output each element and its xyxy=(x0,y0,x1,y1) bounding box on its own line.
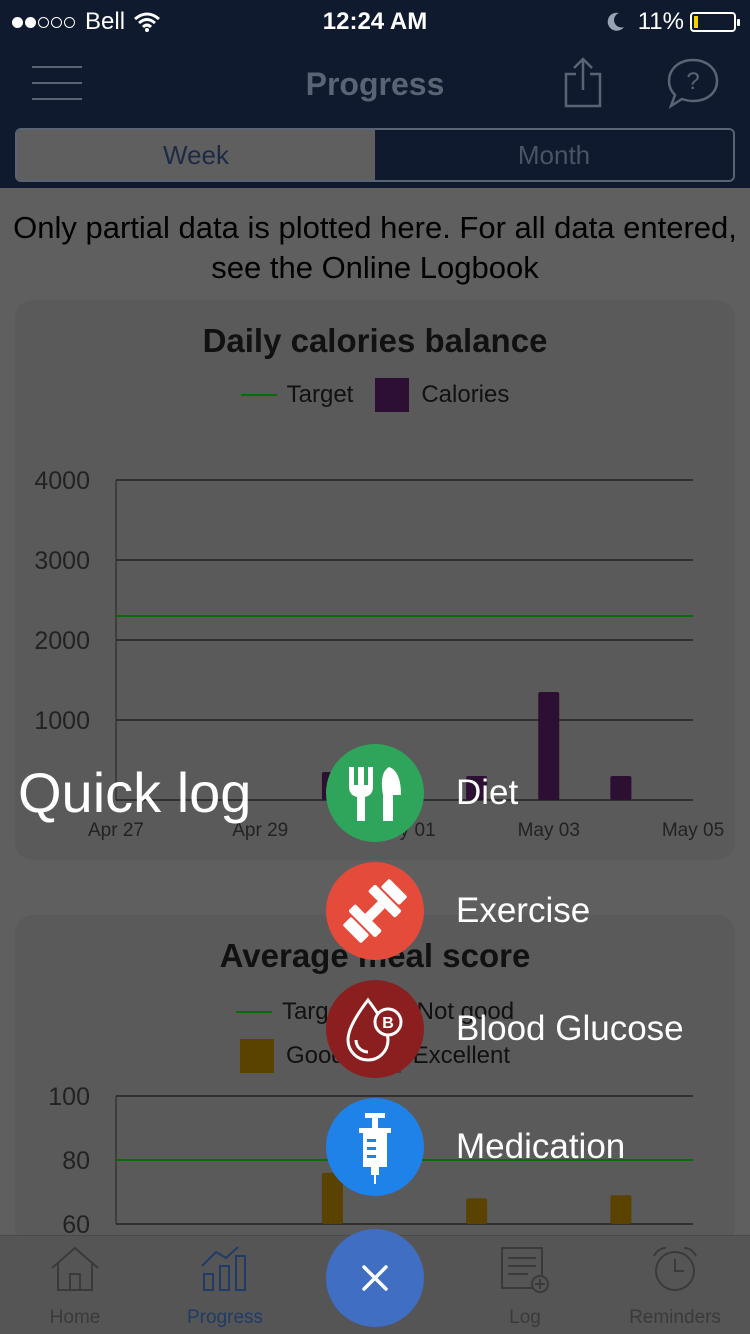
nav-bar: Progress ? Week Month xyxy=(0,40,750,188)
tab-progress[interactable]: Progress xyxy=(150,1244,300,1329)
x-tick-label: May 05 xyxy=(662,820,724,841)
period-segmented-control: Week Month xyxy=(15,128,735,182)
page-title: Progress xyxy=(305,66,445,102)
log-icon xyxy=(501,1247,549,1293)
y-tick-label: 1000 xyxy=(34,707,90,735)
y-tick-label: 4000 xyxy=(34,467,90,495)
dumbbell-icon[interactable] xyxy=(326,862,424,960)
partial-data-notice: Only partial data is plotted here. For a… xyxy=(13,210,737,285)
tab-progress-label: Progress xyxy=(186,1307,264,1328)
tab-home[interactable]: Home xyxy=(0,1244,150,1329)
svg-text:?: ? xyxy=(686,68,699,95)
y-tick-label: 100 xyxy=(48,1083,90,1111)
tab-log-label: Log xyxy=(509,1307,541,1328)
quick-log-diet[interactable]: Diet xyxy=(326,744,518,842)
quick-log-close-button[interactable] xyxy=(326,1229,424,1327)
blood-glucose-label: Blood Glucose xyxy=(456,1009,684,1048)
home-icon xyxy=(51,1246,99,1291)
battery-icon xyxy=(690,12,740,32)
svg-text:B: B xyxy=(382,1015,394,1032)
quick-log-title: Quick log xyxy=(18,761,252,824)
close-icon xyxy=(362,1265,388,1291)
medication-label: Medication xyxy=(456,1127,626,1166)
quick-log-exercise[interactable]: Exercise xyxy=(326,862,590,960)
quick-log-blood-glucose[interactable]: B Blood Glucose xyxy=(326,980,684,1078)
bar-chart-icon xyxy=(201,1246,246,1291)
bar xyxy=(610,776,632,800)
y-tick-label: 3000 xyxy=(34,547,90,575)
bar xyxy=(466,1198,488,1224)
exercise-label: Exercise xyxy=(456,891,591,930)
bar xyxy=(610,1195,632,1224)
alarm-clock-icon xyxy=(653,1247,697,1291)
fork-knife-icon[interactable] xyxy=(326,744,424,842)
quick-log-medication[interactable]: Medication xyxy=(326,1098,625,1196)
tab-log[interactable]: Log xyxy=(450,1244,600,1329)
help-icon[interactable]: ? xyxy=(666,56,720,110)
status-bar: Bell 12:24 AM 11% xyxy=(0,0,750,40)
syringe-icon[interactable] xyxy=(326,1098,424,1196)
tab-week[interactable]: Week xyxy=(17,130,375,180)
moon-icon xyxy=(607,12,624,31)
blood-drop-icon[interactable]: B xyxy=(326,980,424,1078)
status-right: 11% xyxy=(606,8,740,36)
y-tick-label: 80 xyxy=(62,1147,90,1175)
y-tick-label: 2000 xyxy=(34,627,90,655)
tab-reminders[interactable]: Reminders xyxy=(600,1244,750,1329)
tab-month[interactable]: Month xyxy=(375,130,733,180)
diet-label: Diet xyxy=(456,773,519,812)
tab-reminders-label: Reminders xyxy=(629,1307,721,1328)
battery-percent: 11% xyxy=(637,8,684,35)
bar xyxy=(538,692,560,800)
tab-home-label: Home xyxy=(49,1307,101,1328)
x-tick-label: May 03 xyxy=(518,820,580,841)
share-icon[interactable] xyxy=(562,56,604,108)
battery-fill xyxy=(694,16,699,28)
